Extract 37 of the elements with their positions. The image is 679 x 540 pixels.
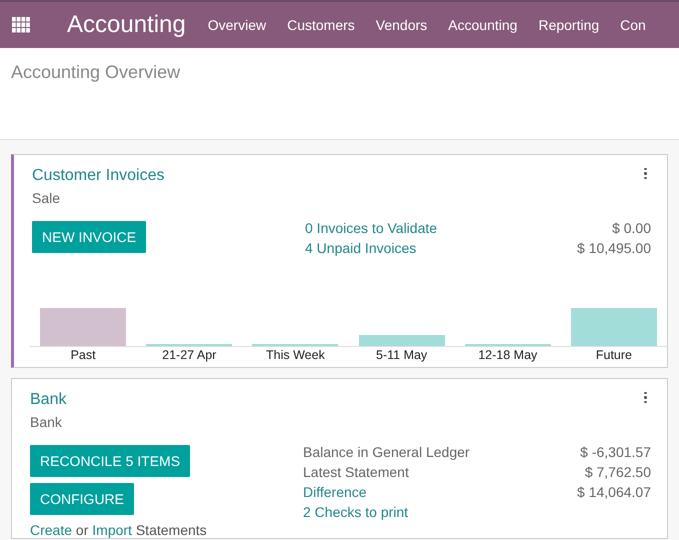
action-button[interactable]: RECONCILE 5 ITEMS (30, 445, 190, 477)
journal-title[interactable]: Customer Invoices (32, 167, 164, 185)
stat-link[interactable]: 4 Unpaid Invoices (305, 240, 416, 256)
nav-menu-item[interactable]: Vendors (376, 17, 428, 33)
journal-type: Bank (30, 414, 63, 430)
nav-menu-item[interactable]: Overview (208, 17, 266, 33)
action-button[interactable]: CONFIGURE (30, 483, 134, 515)
journal-title[interactable]: Bank (30, 391, 66, 409)
action-button[interactable]: NEW INVOICE (32, 221, 146, 253)
stat-value: $ -6,301.57 (580, 444, 651, 460)
nav-menu-item[interactable]: Con (620, 17, 646, 33)
stat-label: Balance in General Ledger (303, 444, 470, 460)
chart-axis-label: Future (594, 347, 634, 362)
chart-axis-label: 5-11 May (375, 347, 428, 362)
stat-value: $ 10,495.00 (577, 240, 651, 256)
stat-label: Latest Statement (303, 464, 409, 480)
statement-link[interactable]: Import (92, 522, 132, 538)
journal-type: Sale (32, 190, 62, 206)
breadcrumb-title: Accounting Overview (11, 62, 182, 83)
statement-link[interactable]: Create (30, 522, 72, 538)
statement-text: Statements (136, 522, 207, 538)
stat-link[interactable]: 0 Invoices to Validate (305, 220, 438, 236)
stat-value: $ 14,064.07 (577, 484, 651, 500)
chart-axis-label: Past (70, 347, 97, 362)
stat-value: $ 7,762.50 (584, 464, 651, 480)
chart-axis-label: 12-18 May (477, 347, 538, 362)
stat-value: $ 0.00 (612, 220, 651, 236)
stat-link[interactable]: Difference (303, 484, 367, 500)
app-title: Accounting (67, 11, 186, 39)
statement-text: or (76, 522, 88, 538)
apps-grid-icon[interactable] (11, 17, 31, 33)
stat-link[interactable]: 2 Checks to print (303, 504, 408, 520)
nav-menu-item[interactable]: Reporting (538, 17, 600, 33)
chart-axis-label: 21-27 Apr (161, 347, 218, 362)
nav-menu-item[interactable]: Customers (287, 17, 355, 33)
nav-menu-item[interactable]: Accounting (448, 17, 518, 33)
chart-axis-label: This Week (265, 347, 326, 362)
